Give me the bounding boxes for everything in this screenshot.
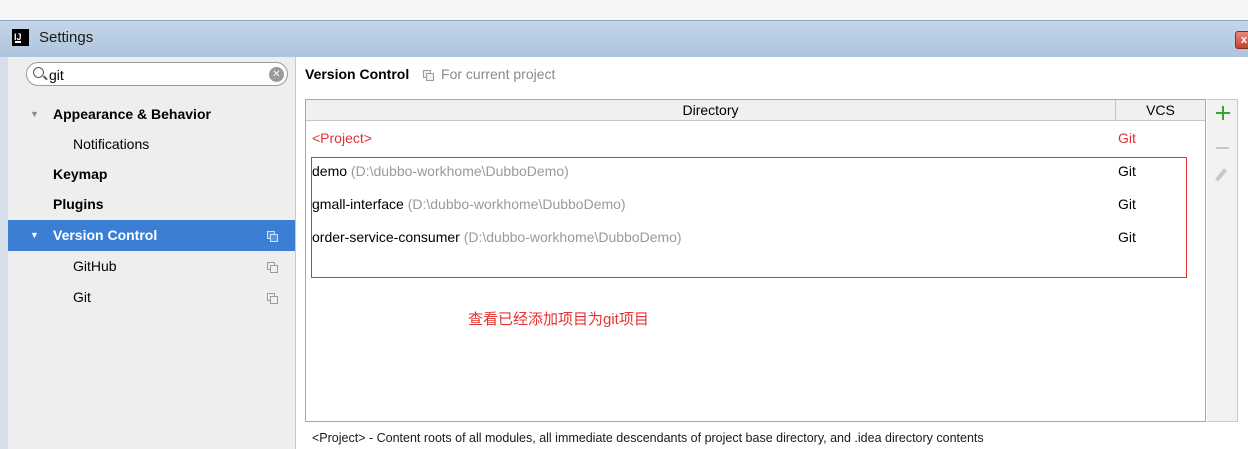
column-header-directory[interactable]: Directory xyxy=(306,100,1116,121)
table-row[interactable]: <Project> Git xyxy=(306,122,1205,155)
sidebar-item-label: Appearance & Behavior xyxy=(53,106,211,122)
footer-note: <Project> - Content roots of all modules… xyxy=(312,431,984,445)
sidebar-item-appearance-behavior[interactable]: ▼ Appearance & Behavior xyxy=(8,99,295,130)
column-header-vcs[interactable]: VCS xyxy=(1116,100,1205,121)
annotation-text: 查看已经添加项目为git项目 xyxy=(468,311,649,328)
scope-label: For current project xyxy=(441,66,556,82)
sidebar-item-label: Keymap xyxy=(53,166,108,182)
copy-icon xyxy=(267,262,278,273)
search-input[interactable] xyxy=(49,66,249,83)
minus-icon[interactable] xyxy=(1216,147,1229,149)
sidebar-item-keymap[interactable]: Keymap xyxy=(8,159,295,190)
copy-icon xyxy=(267,293,278,304)
plus-icon[interactable] xyxy=(1216,106,1230,120)
page-header: Version Control For current project xyxy=(305,66,555,82)
sidebar-item-label: Plugins xyxy=(53,196,104,212)
directory-name: <Project> xyxy=(312,130,372,146)
sidebar-item-label: Version Control xyxy=(53,227,158,243)
page-title: Version Control xyxy=(305,66,410,82)
vcs-value: Git xyxy=(1118,130,1136,146)
search-icon xyxy=(33,67,44,78)
pencil-icon[interactable] xyxy=(1214,168,1228,182)
table-side-toolbar xyxy=(1207,99,1238,422)
intellij-icon: IJ xyxy=(12,29,29,46)
sidebar-item-version-control[interactable]: ▼ Version Control xyxy=(8,220,295,251)
sidebar-item-plugins[interactable]: Plugins xyxy=(8,189,295,220)
window-title: Settings xyxy=(39,29,94,46)
triangle-down-icon[interactable]: ▼ xyxy=(30,220,39,251)
window-left-edge xyxy=(0,57,8,449)
annotation-highlight-box xyxy=(311,157,1187,278)
sidebar-item-label: Git xyxy=(73,289,91,305)
triangle-down-icon[interactable]: ▼ xyxy=(30,99,39,130)
sidebar-item-label: Notifications xyxy=(73,136,150,152)
sidebar-item-github[interactable]: GitHub xyxy=(8,251,295,282)
clear-icon[interactable]: ✕ xyxy=(269,67,284,82)
ide-toolbar-strip xyxy=(0,0,1248,20)
search-box[interactable]: ✕ xyxy=(26,62,288,86)
settings-sidebar: ✕ ▼ Appearance & Behavior Notifications … xyxy=(8,57,296,449)
copy-icon xyxy=(267,231,278,242)
copy-icon xyxy=(423,70,435,81)
close-button[interactable]: x xyxy=(1235,31,1248,49)
sidebar-item-git[interactable]: Git xyxy=(8,282,295,313)
title-bar: IJ Settings x xyxy=(0,20,1248,57)
sidebar-item-label: GitHub xyxy=(73,258,117,274)
sidebar-item-notifications[interactable]: Notifications xyxy=(8,129,295,160)
